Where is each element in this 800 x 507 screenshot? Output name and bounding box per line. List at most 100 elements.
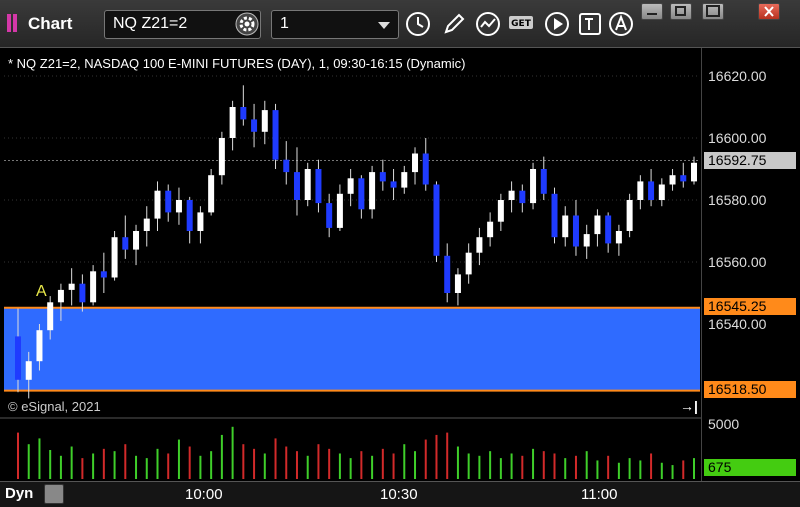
time-tick: 11:00 [581, 486, 618, 503]
candle-body [175, 200, 182, 213]
candle-body [326, 203, 333, 228]
candle-body [605, 215, 612, 244]
candle-body [476, 237, 483, 253]
time-tick: 10:30 [380, 486, 418, 503]
candle-body [165, 190, 172, 213]
time-axis[interactable]: Dyn 10:00 10:30 11:00 [0, 481, 800, 507]
time-mode-label[interactable]: Dyn [5, 485, 33, 502]
candle-body [551, 193, 558, 238]
candle-body [412, 153, 419, 173]
candle-body [218, 138, 225, 176]
candle-body [68, 283, 75, 290]
interval-input[interactable]: 1 [271, 10, 399, 39]
play-replay-icon[interactable] [543, 10, 571, 38]
get-data-icon[interactable]: GET [507, 10, 535, 38]
candle-body [519, 190, 526, 204]
chart-toolbar: Chart NQ Z21=2 1 GET [0, 0, 800, 48]
range-high-tag: 16545.25 [704, 298, 796, 315]
candle-body [240, 107, 247, 120]
candle-body [390, 181, 397, 188]
text-tool-icon[interactable] [576, 10, 604, 38]
get-label: GET [511, 19, 532, 29]
candle-body [508, 190, 515, 200]
pencil-draw-icon[interactable] [440, 10, 468, 38]
candle-body [358, 178, 365, 210]
study-indicator-icon[interactable] [474, 10, 502, 38]
candle-body [691, 162, 697, 182]
candle-body [272, 110, 279, 160]
scroll-to-end-icon[interactable]: →| [680, 398, 698, 414]
volume-tick: 5000 [708, 416, 740, 432]
candle-body [100, 271, 107, 278]
candle-body [315, 169, 322, 204]
candle-body [57, 289, 64, 303]
candle-body [336, 193, 343, 228]
candle-body [347, 178, 354, 194]
candle-body [648, 181, 655, 200]
candle-body [433, 184, 440, 256]
candle-body [122, 237, 129, 250]
price-tick: 16580.00 [708, 192, 767, 208]
candle-body [572, 215, 579, 247]
time-tick: 10:00 [185, 486, 223, 503]
symbol-value: NQ Z21=2 [113, 15, 188, 32]
candle-body [594, 215, 601, 235]
annotation-marker: A [36, 283, 47, 300]
minimize-icon[interactable] [670, 3, 692, 20]
close-icon[interactable] [758, 3, 780, 20]
candle-body [293, 172, 300, 200]
candle-body [626, 200, 633, 231]
candle-body [261, 110, 268, 132]
candle-body [379, 172, 386, 182]
candle-body [615, 231, 622, 244]
candle-body [197, 212, 204, 231]
candle-body [47, 302, 54, 331]
settings-gear-icon[interactable] [233, 10, 261, 38]
last-volume-tag: 675 [704, 459, 796, 476]
candle-body [401, 172, 408, 188]
candle-body [229, 107, 236, 138]
candle-body [583, 234, 590, 247]
candle-body [133, 231, 140, 250]
candle-body [90, 271, 97, 303]
candle-body [669, 175, 676, 185]
candle-body [497, 200, 504, 222]
time-settings-icon[interactable] [44, 484, 64, 504]
candle-body [304, 169, 311, 200]
candle-body [422, 153, 429, 185]
range-band [4, 307, 700, 391]
candle-body [454, 274, 461, 293]
candle-body [444, 255, 451, 293]
candle-body [79, 283, 86, 303]
candle-body [251, 119, 258, 132]
alert-icon[interactable] [607, 10, 635, 38]
copyright-text: © eSignal, 2021 [8, 399, 101, 414]
chart-app-icon [7, 14, 19, 32]
candle-body [658, 184, 665, 200]
candle-body [15, 336, 21, 380]
candle-body [680, 175, 687, 182]
candle-body [637, 181, 644, 200]
last-price-tag: 16592.75 [704, 152, 796, 169]
price-chart[interactable]: A [0, 48, 800, 481]
price-tick: 16620.00 [708, 68, 767, 84]
price-tick: 16600.00 [708, 130, 767, 146]
window-title: Chart [28, 14, 73, 33]
chevron-down-icon[interactable] [378, 22, 390, 29]
candle-body [562, 215, 569, 238]
candle-body [36, 330, 43, 362]
candle-body [154, 190, 161, 219]
interval-value: 1 [280, 15, 289, 32]
candle-body [369, 172, 376, 210]
clock-icon[interactable] [404, 10, 432, 38]
candle-body [487, 221, 494, 238]
maximize-icon[interactable] [702, 3, 724, 20]
chart-legend: * NQ Z21=2, NASDAQ 100 E-MINI FUTURES (D… [8, 56, 466, 71]
candle-body [111, 237, 118, 278]
range-low-tag: 16518.50 [704, 381, 796, 398]
restore-down-icon[interactable] [641, 3, 663, 20]
candle-body [465, 252, 472, 275]
candle-body [143, 218, 150, 231]
price-tick: 16540.00 [708, 316, 767, 332]
price-tick: 16560.00 [708, 254, 767, 270]
